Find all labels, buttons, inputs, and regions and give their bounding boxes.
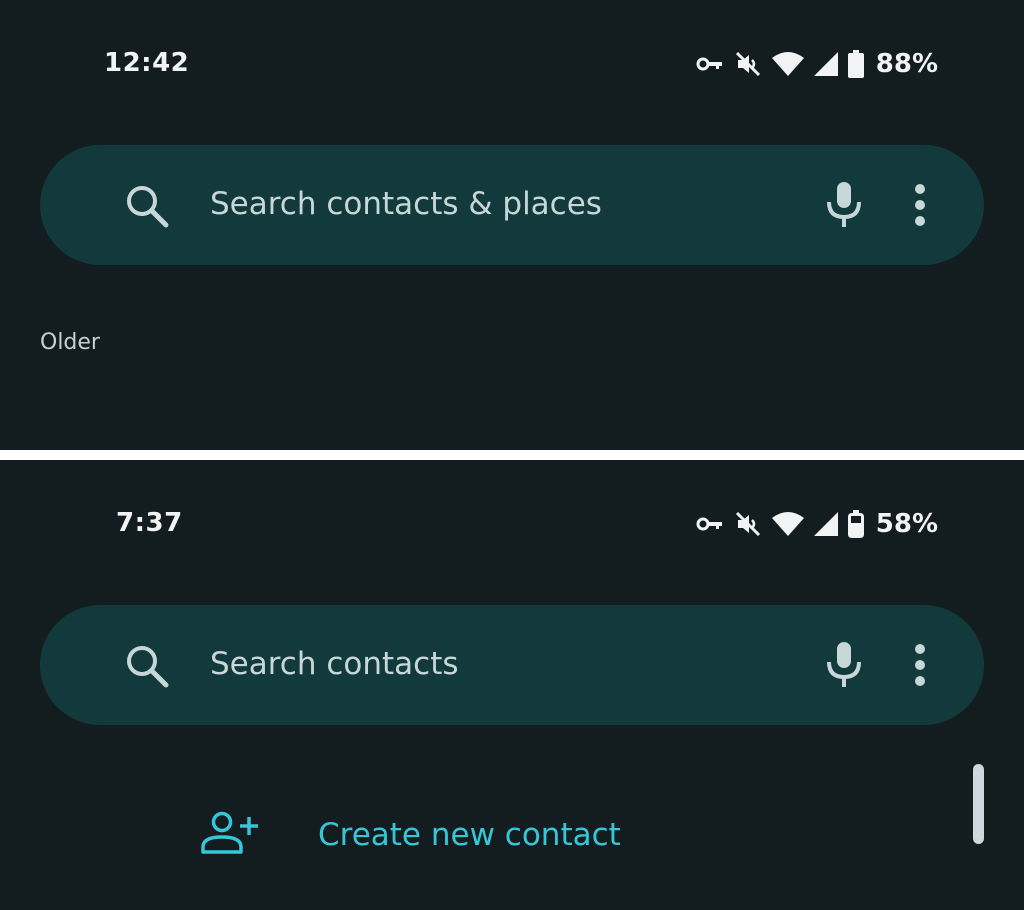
- mic-icon[interactable]: [824, 180, 864, 234]
- create-new-contact-button[interactable]: Create new contact: [200, 805, 621, 865]
- signal-icon: [813, 52, 838, 76]
- vpn-key-icon: [696, 515, 724, 533]
- status-bar: 7:37 58%: [0, 500, 1024, 550]
- search-icon: [124, 183, 170, 233]
- vpn-key-icon: [696, 55, 724, 73]
- scrollbar-thumb[interactable]: [973, 764, 984, 844]
- status-bar: 12:42 88%: [0, 40, 1024, 90]
- status-time: 7:37: [116, 508, 183, 538]
- search-input[interactable]: Search contacts & places: [210, 183, 602, 225]
- add-person-icon: [200, 811, 260, 859]
- battery-percent: 58%: [875, 509, 938, 539]
- status-icons: 88%: [696, 46, 938, 82]
- more-vert-icon[interactable]: [906, 183, 934, 231]
- search-bar[interactable]: Search contacts: [40, 605, 984, 725]
- mute-icon: [734, 510, 762, 538]
- battery-icon: [847, 50, 864, 78]
- section-header-older: Older: [40, 330, 100, 355]
- more-vert-icon[interactable]: [906, 643, 934, 691]
- search-bar[interactable]: Search contacts & places: [40, 145, 984, 265]
- mic-icon[interactable]: [824, 640, 864, 694]
- search-icon: [124, 643, 170, 693]
- search-input[interactable]: Search contacts: [210, 643, 459, 685]
- status-time: 12:42: [104, 48, 190, 78]
- wifi-icon: [771, 511, 804, 537]
- status-icons: 58%: [696, 506, 938, 542]
- battery-charging-icon: [847, 510, 864, 538]
- create-new-contact-label: Create new contact: [318, 817, 621, 853]
- mute-icon: [734, 50, 762, 78]
- wifi-icon: [771, 51, 804, 77]
- battery-percent: 88%: [875, 49, 938, 79]
- signal-icon: [813, 512, 838, 536]
- screen-top: 12:42 88% Search contacts & places Older: [0, 0, 1024, 450]
